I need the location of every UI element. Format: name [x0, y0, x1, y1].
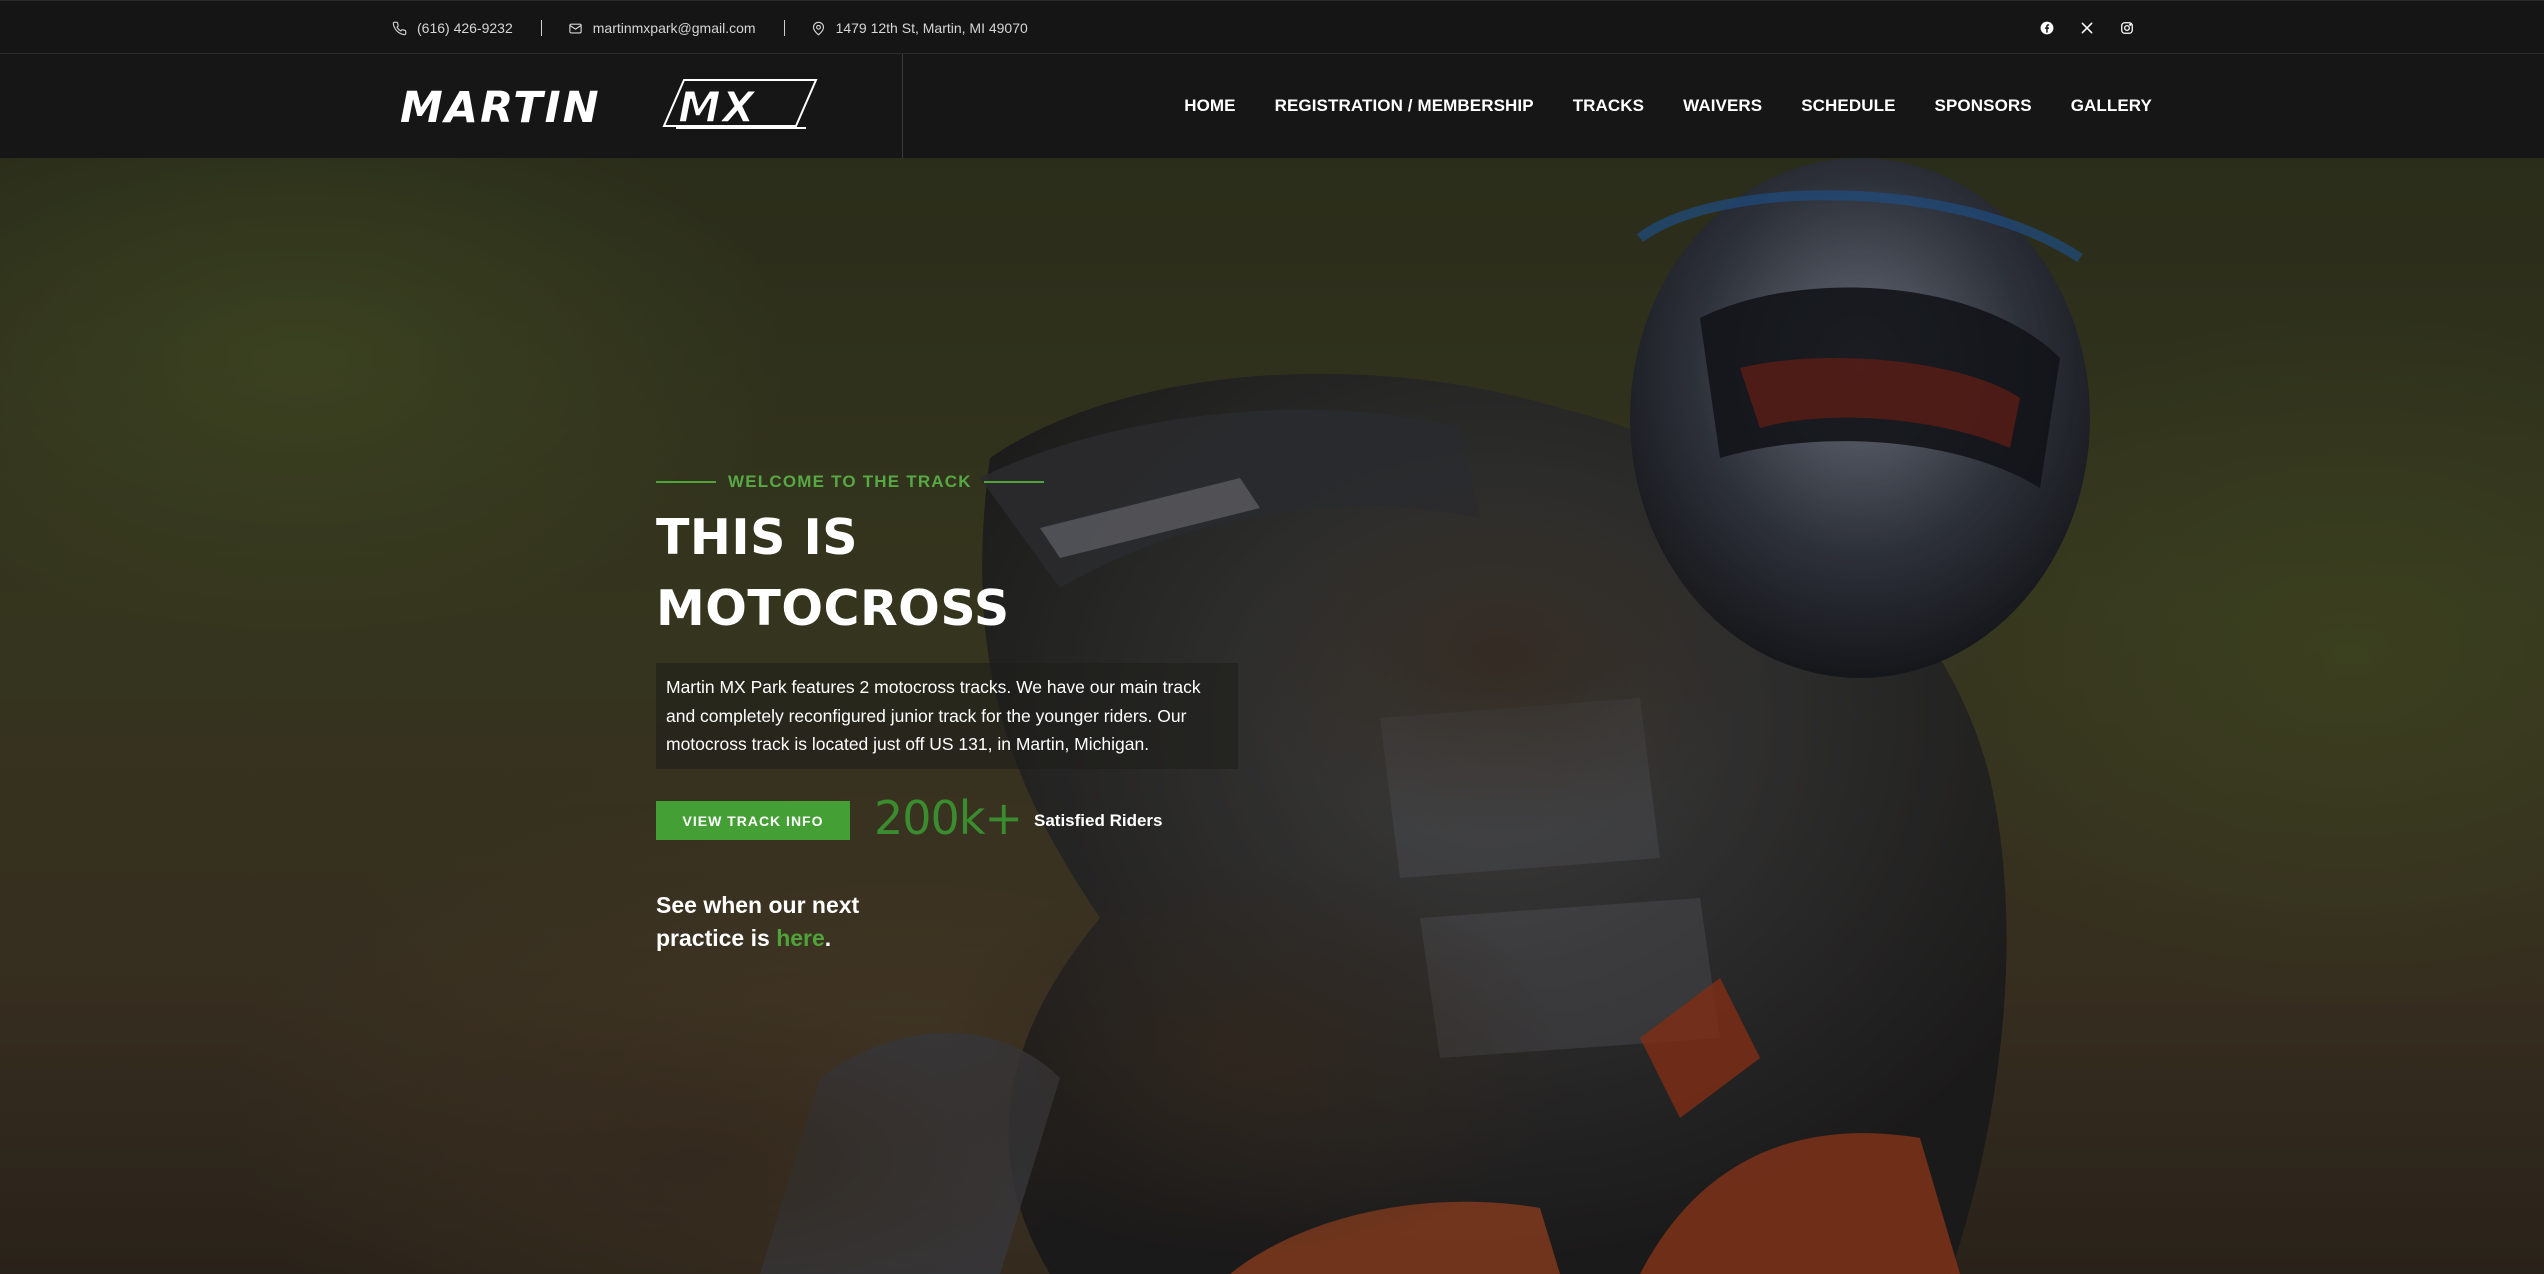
- eyebrow-line-right: [983, 481, 1044, 483]
- instagram-icon[interactable]: [2118, 19, 2136, 37]
- separator: [783, 20, 785, 36]
- social-links: [2038, 1, 2136, 55]
- phone-contact[interactable]: (616) 426-9232: [392, 20, 513, 36]
- martin-mx-logo[interactable]: MARTIN MX: [396, 76, 820, 136]
- facebook-icon[interactable]: [2038, 19, 2056, 37]
- practice-here-link[interactable]: here: [776, 925, 825, 951]
- hero-headline: THIS IS MOTOCROSS: [656, 509, 1010, 637]
- nav-sponsors[interactable]: SPONSORS: [1935, 96, 2032, 116]
- stat-label: Satisfied Riders: [1033, 811, 1163, 830]
- street-address: 1479 12th St, Martin, MI 49070: [835, 20, 1028, 36]
- top-contact-bar: (616) 426-9232 martinmxpark@gmail.com 14…: [0, 0, 2544, 54]
- svg-text:MX: MX: [678, 83, 757, 133]
- nav-registration-membership[interactable]: REGISTRATION / MEMBERSHIP: [1275, 96, 1534, 116]
- envelope-icon: [569, 23, 582, 33]
- header-divider: [902, 54, 903, 158]
- nav-tracks[interactable]: TRACKS: [1573, 96, 1644, 116]
- eyebrow: WELCOME TO THE TRACK: [656, 472, 1044, 492]
- map-pin-icon: [812, 21, 824, 35]
- phone-number: (616) 426-9232: [417, 20, 513, 36]
- eyebrow-line-left: [656, 481, 716, 483]
- svg-text:MARTIN: MARTIN: [400, 83, 601, 133]
- address-contact[interactable]: 1479 12th St, Martin, MI 49070: [811, 20, 1028, 36]
- email-address: martinmxpark@gmail.com: [592, 20, 756, 36]
- hero-overlay: [0, 158, 2544, 1274]
- next-practice-text: See when our next practice is here.: [656, 889, 916, 955]
- nav-waivers[interactable]: WAIVERS: [1683, 96, 1762, 116]
- phone-icon: [392, 21, 407, 35]
- riders-stat: 200k+ Satisfied Riders: [874, 791, 1162, 845]
- site-header: MARTIN MX HOME REGISTRATION / MEMBERSHIP…: [0, 54, 2544, 158]
- stat-number: 200k+: [874, 791, 1023, 845]
- nav-gallery[interactable]: GALLERY: [2071, 96, 2152, 116]
- email-contact[interactable]: martinmxpark@gmail.com: [568, 20, 756, 36]
- nav-schedule[interactable]: SCHEDULE: [1801, 96, 1895, 116]
- separator: [540, 20, 542, 36]
- view-track-info-button[interactable]: VIEW TRACK INFO: [656, 801, 850, 840]
- x-twitter-icon[interactable]: [2078, 19, 2096, 37]
- hero-section: WELCOME TO THE TRACK THIS IS MOTOCROSS M…: [0, 158, 2544, 1274]
- practice-suffix: .: [824, 925, 832, 951]
- hero-description: Martin MX Park features 2 motocross trac…: [656, 663, 1238, 769]
- eyebrow-text: WELCOME TO THE TRACK: [728, 472, 972, 491]
- contact-info: (616) 426-9232 martinmxpark@gmail.com 14…: [392, 1, 1028, 55]
- main-nav: HOME REGISTRATION / MEMBERSHIP TRACKS WA…: [1184, 54, 2152, 158]
- nav-home[interactable]: HOME: [1184, 96, 1235, 116]
